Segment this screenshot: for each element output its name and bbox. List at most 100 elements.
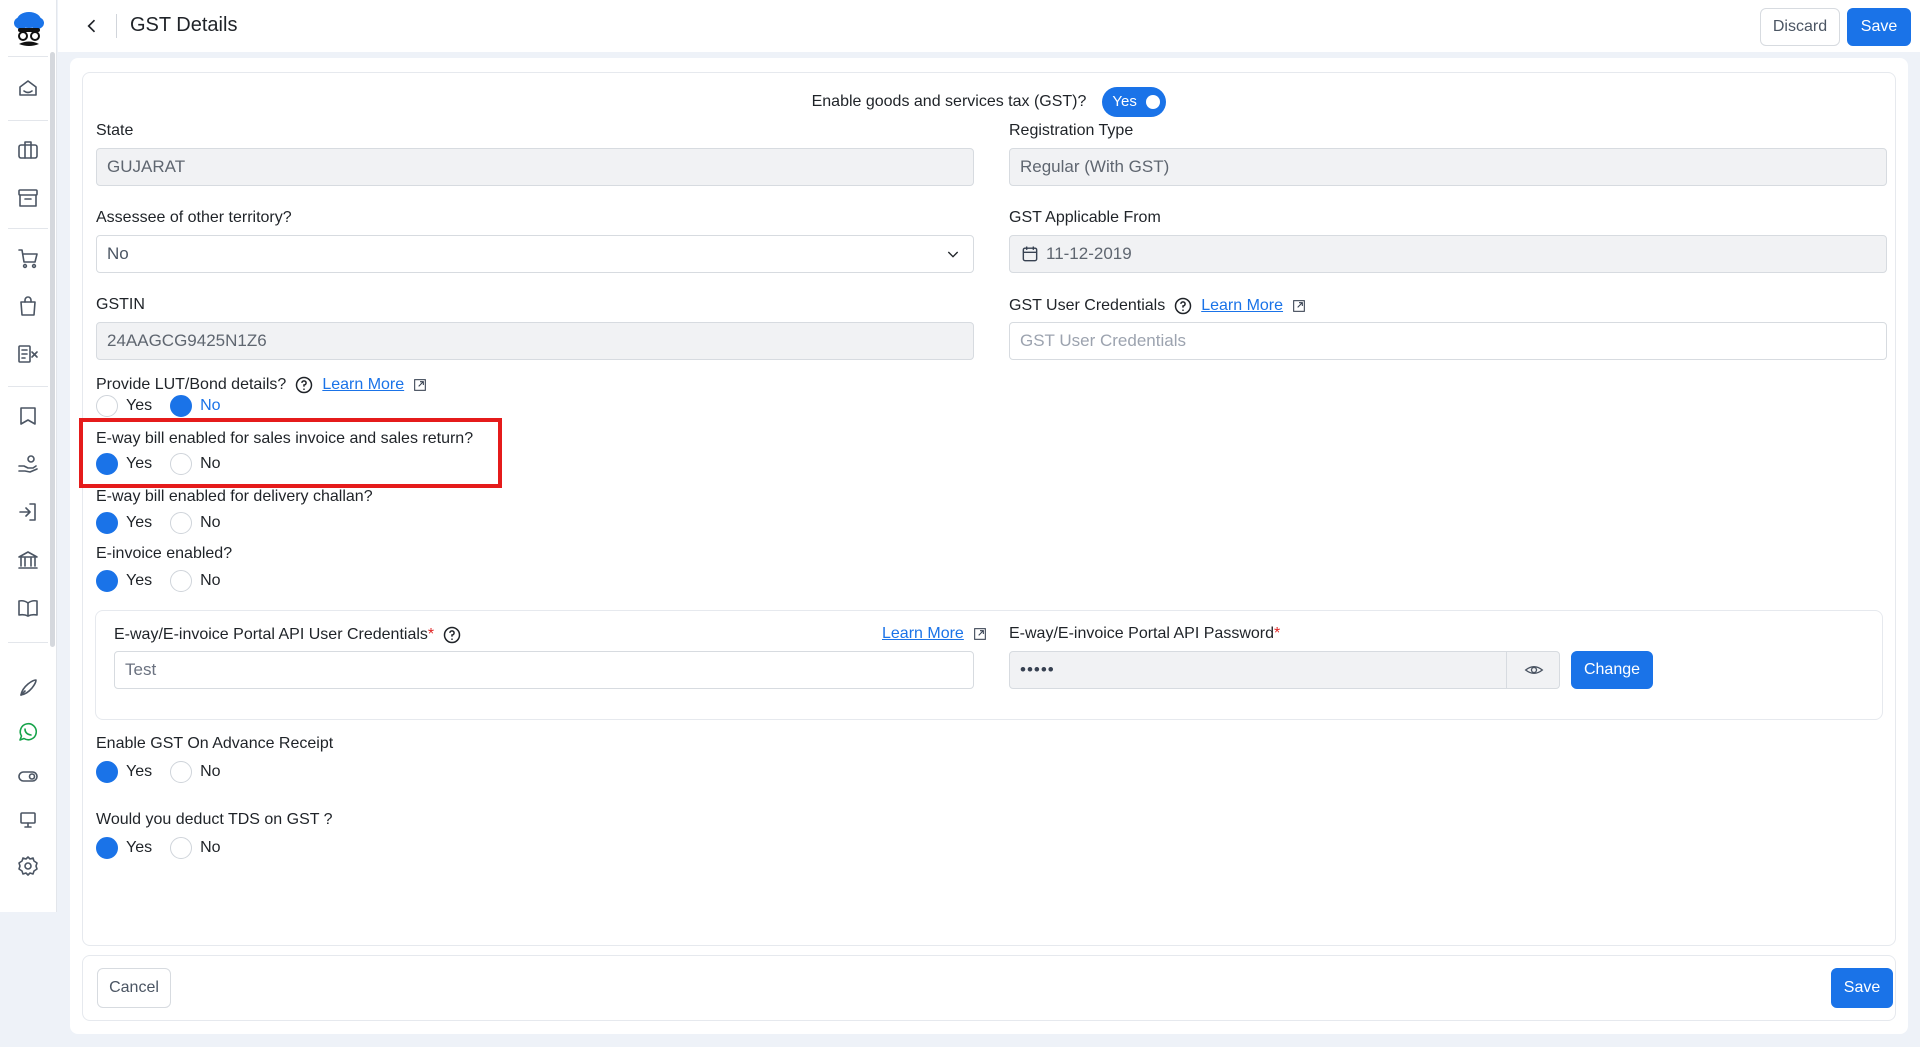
book-icon[interactable] [14, 402, 42, 430]
gst-credentials-learn-more-link[interactable]: Learn More [1201, 297, 1283, 315]
whatsapp-icon[interactable] [14, 718, 42, 746]
eway-sales-radio-group: Yes No [96, 453, 239, 475]
api-user-input[interactable]: Test [114, 651, 974, 689]
sidebar-scrollbar[interactable] [50, 52, 55, 647]
gst-user-credentials-placeholder: GST User Credentials [1020, 331, 1186, 350]
eway-challan-label: E-way bill enabled for delivery challan? [96, 488, 373, 505]
eway-sales-yes-radio[interactable]: Yes [96, 453, 152, 475]
logout-icon[interactable] [14, 498, 42, 526]
gst-advance-radio-group: Yes No [96, 761, 239, 783]
hand-coins-icon[interactable] [14, 450, 42, 478]
api-user-label-row: E-way/E-invoice Portal API User Credenti… [114, 625, 462, 645]
eye-icon [1524, 666, 1543, 674]
open-book-icon[interactable] [14, 594, 42, 622]
eway-challan-no-radio[interactable]: No [170, 512, 221, 534]
lut-bond-radio-group: Yes No [96, 395, 239, 417]
external-link-icon[interactable] [1291, 298, 1307, 314]
registration-type-field: Regular (With GST) [1009, 148, 1887, 186]
lut-bond-learn-more-link[interactable]: Learn More [322, 376, 404, 394]
external-link-icon[interactable] [972, 626, 988, 642]
page-title: GST Details [130, 14, 238, 36]
tds-on-gst-radio-group: Yes No [96, 837, 239, 859]
radio-dot [170, 512, 193, 534]
registration-type-label: Registration Type [1009, 122, 1134, 139]
shopping-bag-icon[interactable] [14, 292, 42, 320]
gst-user-credentials-input[interactable]: GST User Credentials [1009, 322, 1887, 360]
radio-dot [170, 837, 193, 859]
radio-dot [170, 570, 193, 592]
gst-applicable-from-label: GST Applicable From [1009, 209, 1161, 226]
radio-dot [96, 570, 118, 592]
assessee-value: No [107, 244, 129, 263]
eway-sales-no-radio[interactable]: No [170, 453, 221, 475]
gstin-value: 24AAGCG9425N1Z6 [107, 331, 267, 350]
lut-bond-yes-radio[interactable]: Yes [96, 395, 152, 417]
cancel-button[interactable]: Cancel [97, 968, 171, 1008]
rocket-icon[interactable] [14, 674, 42, 702]
eway-sales-label: E-way bill enabled for sales invoice and… [96, 430, 474, 447]
radio-dot [96, 512, 118, 534]
help-icon[interactable] [442, 625, 462, 645]
discard-button[interactable]: Discard [1760, 8, 1840, 46]
dashboard-icon[interactable] [14, 74, 42, 102]
gst-user-credentials-label: GST User Credentials [1009, 297, 1166, 314]
save-button[interactable]: Save [1847, 8, 1911, 46]
settings-icon[interactable] [14, 852, 42, 880]
api-learn-more-link[interactable]: Learn More [882, 625, 964, 643]
gst-applicable-from-value: 11-12-2019 [1046, 244, 1132, 263]
einvoice-yes-radio[interactable]: Yes [96, 570, 152, 592]
api-credentials-section: E-way/E-invoice Portal API User Credenti… [95, 610, 1883, 720]
eway-challan-yes-radio[interactable]: Yes [96, 512, 152, 534]
lut-bond-label-row: Provide LUT/Bond details? Learn More [96, 375, 428, 395]
gst-applicable-from-field: 11-12-2019 [1009, 235, 1887, 273]
gst-advance-label: Enable GST On Advance Receipt [96, 735, 334, 752]
show-password-button[interactable] [1506, 651, 1560, 689]
monitor-icon[interactable] [14, 806, 42, 834]
help-icon[interactable] [1173, 296, 1193, 316]
back-button[interactable] [78, 12, 106, 40]
gstin-field: 24AAGCG9425N1Z6 [96, 322, 974, 360]
cart-icon[interactable] [14, 244, 42, 272]
gst-enable-toggle[interactable]: Yes [1102, 87, 1167, 117]
external-link-icon[interactable] [412, 377, 428, 393]
gst-advance-no-radio[interactable]: No [170, 761, 221, 783]
change-password-button[interactable]: Change [1571, 651, 1653, 689]
state-value: GUJARAT [107, 157, 186, 176]
gst-enable-label: Enable goods and services tax (GST)? [811, 93, 1087, 110]
registration-type-value: Regular (With GST) [1020, 157, 1170, 176]
gst-enable-row: Enable goods and services tax (GST)? Yes [83, 87, 1895, 117]
eway-challan-radio-group: Yes No [96, 512, 239, 534]
api-password-label: E-way/E-invoice Portal API Password* [1009, 625, 1281, 642]
radio-dot [96, 761, 118, 783]
radio-dot [96, 395, 118, 417]
help-icon[interactable] [294, 375, 314, 395]
radio-dot [96, 453, 118, 475]
main-content: Enable goods and services tax (GST)? Yes… [70, 58, 1908, 1034]
radio-dot [170, 761, 193, 783]
api-password-value: ••••• [1020, 660, 1055, 679]
radio-dot [170, 453, 193, 475]
einvoice-radio-group: Yes No [96, 570, 239, 592]
assessee-select[interactable]: No [96, 235, 974, 273]
tds-on-gst-label: Would you deduct TDS on GST ? [96, 811, 333, 828]
logo-icon[interactable] [10, 8, 48, 50]
toggle-knob [1146, 95, 1161, 109]
gst-advance-yes-radio[interactable]: Yes [96, 761, 152, 783]
einvoice-no-radio[interactable]: No [170, 570, 221, 592]
footer-save-button[interactable]: Save [1831, 968, 1893, 1008]
gstin-label: GSTIN [96, 296, 145, 313]
archive-icon[interactable] [14, 184, 42, 212]
tds-on-gst-no-radio[interactable]: No [170, 837, 221, 859]
form-footer: Cancel Save [82, 955, 1896, 1021]
state-label: State [96, 122, 134, 139]
lut-bond-label: Provide LUT/Bond details? [96, 376, 287, 393]
accounting-icon[interactable] [14, 340, 42, 368]
chevron-left-icon [87, 19, 96, 33]
lut-bond-no-radio[interactable]: No [170, 395, 221, 417]
tds-on-gst-yes-radio[interactable]: Yes [96, 837, 152, 859]
assessee-label: Assessee of other territory? [96, 209, 292, 226]
api-password-input[interactable]: ••••• [1009, 651, 1560, 689]
briefcase-icon[interactable] [14, 136, 42, 164]
bank-icon[interactable] [14, 546, 42, 574]
toggle-icon[interactable] [14, 762, 42, 790]
